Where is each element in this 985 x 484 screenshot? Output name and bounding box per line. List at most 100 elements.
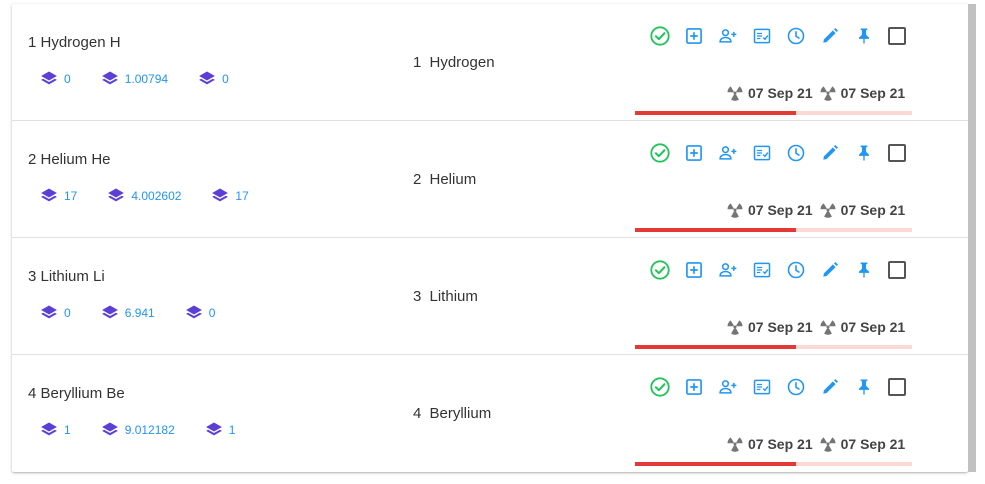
- stat-value: 1: [64, 423, 71, 437]
- stat-chip[interactable]: 9.012182: [101, 421, 175, 439]
- date-text: 07 Sep 21: [840, 85, 906, 101]
- add-box-icon[interactable]: [682, 141, 706, 165]
- radiation-icon: [726, 435, 748, 453]
- add-box-icon[interactable]: [682, 258, 706, 282]
- item-dates: 07 Sep 21 07 Sep 21: [726, 318, 911, 336]
- date-text: 07 Sep 21: [840, 202, 906, 218]
- layers-icon: [107, 187, 131, 205]
- item-dates: 07 Sep 21 07 Sep 21: [726, 435, 911, 453]
- stat-chip[interactable]: 6.941: [101, 304, 155, 322]
- stat-chip[interactable]: 1: [40, 421, 71, 439]
- approve-icon[interactable]: [648, 141, 672, 165]
- progress-bar: [635, 111, 912, 115]
- element-list-card: 1 Hydrogen H 0 1.00794 0 1 Hydrogen 07 Sep 21…: [12, 4, 968, 472]
- radiation-icon: [819, 84, 841, 102]
- checklist-icon[interactable]: [750, 375, 774, 399]
- layers-icon: [101, 70, 125, 88]
- approve-icon[interactable]: [648, 24, 672, 48]
- date-label: 07 Sep 21: [819, 201, 906, 219]
- stat-chip[interactable]: 0: [40, 304, 71, 322]
- pin-icon[interactable]: [852, 24, 876, 48]
- radiation-icon: [819, 318, 841, 336]
- clock-icon[interactable]: [784, 258, 808, 282]
- add-box-icon[interactable]: [682, 375, 706, 399]
- edit-icon[interactable]: [818, 375, 842, 399]
- approve-icon[interactable]: [648, 258, 672, 282]
- stat-chip[interactable]: 4.002602: [107, 187, 181, 205]
- list-item[interactable]: 4 Beryllium Be 1 9.012182 1 4 Beryllium 07 Se…: [12, 355, 968, 472]
- item-dates: 07 Sep 21 07 Sep 21: [726, 201, 911, 219]
- date-text: 07 Sep 21: [748, 85, 813, 101]
- stat-value: 6.941: [124, 306, 155, 320]
- approve-icon[interactable]: [648, 375, 672, 399]
- stat-chip[interactable]: 17: [40, 187, 77, 205]
- item-title: 1 Hydrogen H: [28, 34, 121, 51]
- select-checkbox[interactable]: [888, 27, 906, 45]
- list-item[interactable]: 3 Lithium Li 0 6.941 0 3 Lithium 07 Sep 21 07 …: [12, 238, 968, 355]
- stat-value: 17: [64, 189, 78, 203]
- checklist-icon[interactable]: [750, 141, 774, 165]
- select-checkbox[interactable]: [888, 144, 906, 162]
- progress-fill: [635, 462, 796, 466]
- date-label: 07 Sep 21: [819, 318, 906, 336]
- checklist-icon[interactable]: [750, 24, 774, 48]
- clock-icon[interactable]: [784, 141, 808, 165]
- item-dates: 07 Sep 21 07 Sep 21: [726, 84, 911, 102]
- row-actions: [648, 141, 906, 165]
- stat-value: 9.012182: [124, 423, 175, 437]
- edit-icon[interactable]: [818, 24, 842, 48]
- item-title: 4 Beryllium Be: [28, 385, 125, 402]
- date-label: 07 Sep 21: [819, 435, 905, 453]
- add-user-icon[interactable]: [716, 258, 740, 282]
- date-label: 07 Sep 21: [819, 84, 906, 102]
- layers-icon: [40, 304, 64, 322]
- stat-value: 1.00794: [124, 72, 169, 86]
- stat-chip[interactable]: 0: [40, 70, 71, 88]
- date-text: 07 Sep 21: [840, 319, 906, 335]
- vertical-scrollbar[interactable]: [968, 4, 976, 472]
- date-label: 07 Sep 21: [726, 84, 813, 102]
- add-user-icon[interactable]: [716, 375, 740, 399]
- list-item[interactable]: 2 Helium He 17 4.002602 17 2 Helium 07 Sep 21…: [12, 121, 968, 238]
- clock-icon[interactable]: [784, 24, 808, 48]
- layers-icon: [40, 421, 64, 439]
- stat-value: 0: [64, 306, 71, 320]
- clock-icon[interactable]: [784, 375, 808, 399]
- stat-chip[interactable]: 1: [205, 421, 236, 439]
- add-box-icon[interactable]: [682, 24, 706, 48]
- layers-icon: [40, 70, 64, 88]
- date-label: 07 Sep 21: [726, 201, 813, 219]
- radiation-icon: [726, 201, 748, 219]
- add-user-icon[interactable]: [716, 141, 740, 165]
- row-actions: [648, 375, 906, 399]
- checklist-icon[interactable]: [750, 258, 774, 282]
- stat-chip[interactable]: 17: [211, 187, 249, 205]
- layers-icon: [101, 421, 125, 439]
- layers-icon: [185, 304, 209, 322]
- edit-icon[interactable]: [818, 141, 842, 165]
- pin-icon[interactable]: [852, 258, 876, 282]
- row-actions: [648, 24, 906, 48]
- item-name: 2 Helium: [413, 171, 477, 188]
- pin-icon[interactable]: [852, 141, 876, 165]
- select-checkbox[interactable]: [888, 261, 906, 279]
- list-item[interactable]: 1 Hydrogen H 0 1.00794 0 1 Hydrogen 07 Sep 21…: [12, 4, 968, 121]
- layers-icon: [211, 187, 235, 205]
- layers-icon: [198, 70, 222, 88]
- item-stats: 1 9.012182 1: [40, 421, 265, 439]
- date-text: 07 Sep 21: [748, 436, 813, 452]
- item-title: 3 Lithium Li: [28, 268, 105, 285]
- select-checkbox[interactable]: [888, 378, 906, 396]
- add-user-icon[interactable]: [716, 24, 740, 48]
- pin-icon[interactable]: [852, 375, 876, 399]
- edit-icon[interactable]: [818, 258, 842, 282]
- stat-chip[interactable]: 0: [198, 70, 229, 88]
- date-text: 07 Sep 21: [748, 319, 813, 335]
- progress-fill: [635, 345, 796, 349]
- layers-icon: [101, 304, 125, 322]
- stat-value: 1: [228, 423, 236, 437]
- progress-bar: [635, 228, 912, 232]
- stat-chip[interactable]: 0: [185, 304, 215, 322]
- progress-fill: [635, 111, 796, 115]
- stat-chip[interactable]: 1.00794: [101, 70, 168, 88]
